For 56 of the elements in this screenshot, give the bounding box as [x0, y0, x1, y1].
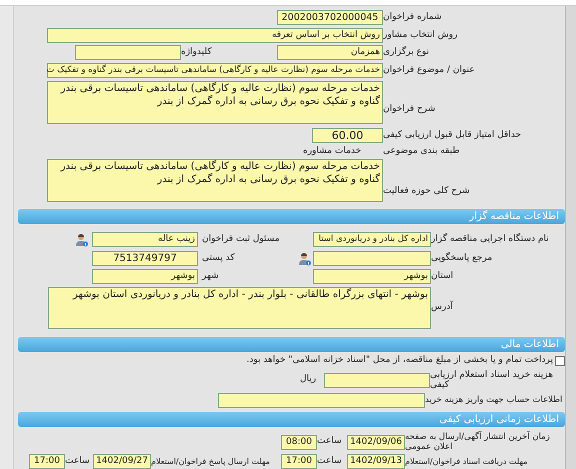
section-header: اطلاعات مناقصه گزار	[18, 209, 565, 224]
input-field[interactable]: بوشهر	[92, 269, 198, 284]
input-field[interactable]: 7513749797	[92, 251, 198, 266]
input-field[interactable]: روش انتخاب بر اساس تعرفه	[47, 28, 383, 43]
input-field[interactable]: 17:00	[281, 454, 317, 469]
input-field[interactable]	[313, 251, 431, 266]
input-field[interactable]	[75, 45, 181, 60]
input-field[interactable]: خدمات مرحله سوم (نظارت عالیه و کارگاهی) ساماندهی تاسیسات برقی بندر گناوه و تفکیک ت	[47, 63, 383, 78]
section-header: اطلاعات مالی	[18, 337, 565, 352]
input-field[interactable]	[218, 392, 425, 408]
input-field[interactable]: 1402/09/13	[347, 454, 405, 469]
field-label: ساعت	[317, 454, 342, 468]
input-field[interactable]	[324, 372, 430, 388]
text-area[interactable]: خدمات مرحله سوم (نظارت عالیه و کارگاهی) ساماندهی تاسیسات برقی بندر گناوه و تفکیک نحوه برق رسانی به اداره گمرک از بندر	[47, 81, 383, 124]
field-label: مهلت ارسال پاسخ فراخوان/استعلام	[151, 456, 271, 468]
field-label: اطلاعات حساب جهت واریز هزینه خرید	[425, 394, 564, 406]
checkbox[interactable]	[555, 356, 565, 366]
field-label: کلیدواژه	[181, 46, 213, 59]
field-label: ساعت	[317, 435, 342, 448]
input-field[interactable]: همزمان	[277, 45, 383, 60]
field-label: مهلت دریافت اسناد فراخوان/استعلام	[405, 456, 528, 468]
field-label: زمان آخرین انتشار آگهی/ارسال به صفحه اعلان عمومی	[405, 432, 551, 452]
field-label: پرداخت تمام و یا بخشی از مبلغ مناقصه، از محل "اسناد خزانه اسلامی" خواهد بود.	[246, 354, 553, 368]
input-field[interactable]: 08:00	[281, 434, 317, 450]
input-field[interactable]: 1402/09/06	[347, 434, 405, 450]
input-field[interactable]: بوشهر	[313, 269, 431, 284]
field-label: روش انتخاب مشاور	[383, 28, 458, 42]
field-label: کد پستی	[201, 252, 236, 265]
field-label: استان	[431, 270, 454, 283]
field-label: طبقه بندی موضوعی	[383, 144, 461, 158]
field-label: ریال	[300, 373, 318, 386]
user-icon[interactable]	[76, 232, 88, 246]
input-field[interactable]: 2002003702000045	[277, 10, 383, 25]
text-area[interactable]: خدمات مرحله سوم (نظارت عالیه و کارگاهی) ساماندهی تاسیسات برقی بندر گناوه و تفکیک نحوه برق رسانی به اداره گمرک از بندر	[47, 159, 383, 202]
field-label: مسئول ثبت فراخوان	[201, 232, 281, 246]
field-label: نوع برگزاری	[383, 46, 430, 59]
text-area[interactable]: بوشهر - انتهای بزرگراه طالقانی - بلوار بندر - اداره کل بنادر و دریانوردی استان بوشهر	[48, 287, 431, 329]
field-label: شرح کلی حوزه فعالیت	[383, 184, 471, 198]
field-label: هزینه خرید اسناد استعلام ارزیابی کیفی	[430, 370, 554, 390]
input-field[interactable]: 1402/09/27	[93, 454, 151, 469]
field-label: شماره فراخوان	[383, 10, 442, 24]
field-label: مرجع پاسخگویی	[431, 252, 494, 265]
field-label: شهر	[200, 270, 220, 283]
user-icon[interactable]	[299, 252, 311, 266]
field-label: ساعت	[65, 454, 90, 468]
field-label: حداقل امتیاز قابل قبول ارزیابی کیفی	[383, 128, 522, 142]
field-label: نام دستگاه اجرایی مناقصه گزار	[431, 232, 550, 246]
section-header: اطلاعات زمانی ارزیابی کیفی	[18, 412, 565, 427]
input-field[interactable]: زینب عاله	[92, 232, 198, 247]
input-field[interactable]: 17:00	[29, 454, 65, 469]
field-label: خدمات مشاوره	[303, 144, 362, 158]
field-label: شرح فراخوان	[383, 102, 436, 116]
input-field[interactable]: 60.00	[312, 128, 383, 143]
input-field[interactable]: اداره کل بنادر و دریانوردی استا	[313, 232, 431, 247]
field-label: عنوان / موضوع فراخوان	[383, 64, 476, 77]
field-label: آدرس	[431, 301, 454, 314]
